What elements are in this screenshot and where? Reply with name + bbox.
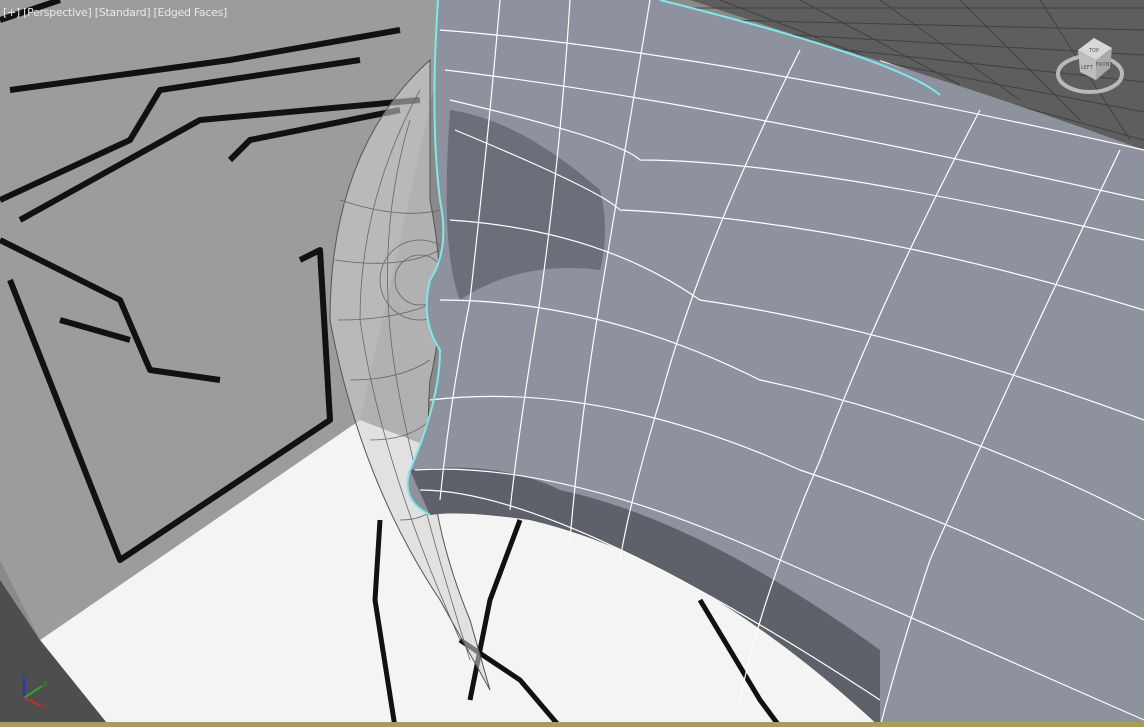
viewport-label-menu: [+] [Perspective] [Standard] [Edged Face…	[3, 6, 227, 19]
perspective-viewport[interactable]: [+] [Perspective] [Standard] [Edged Face…	[0, 0, 1144, 727]
y-axis	[23, 685, 43, 699]
viewcube-front-label: FRONT	[1095, 62, 1113, 68]
viewport-bottom-border	[0, 722, 1144, 727]
y-label: y	[43, 679, 47, 687]
viewcube-left-label: LEFT	[1081, 65, 1094, 71]
x-axis	[23, 697, 43, 707]
viewport-menu-button[interactable]: [+]	[3, 6, 20, 19]
viewcube[interactable]: TOP LEFT FRONT	[1052, 30, 1132, 100]
viewcube-top-label: TOP	[1088, 48, 1099, 54]
view-mode-button[interactable]: [Perspective]	[23, 6, 92, 19]
scene-render[interactable]	[0, 0, 1144, 727]
axis-tripod: z y x	[21, 671, 47, 710]
display-mode-button[interactable]: [Edged Faces]	[154, 6, 228, 19]
z-label: z	[21, 671, 25, 679]
x-label: x	[43, 703, 47, 710]
shading-mode-button[interactable]: [Standard]	[95, 6, 151, 19]
